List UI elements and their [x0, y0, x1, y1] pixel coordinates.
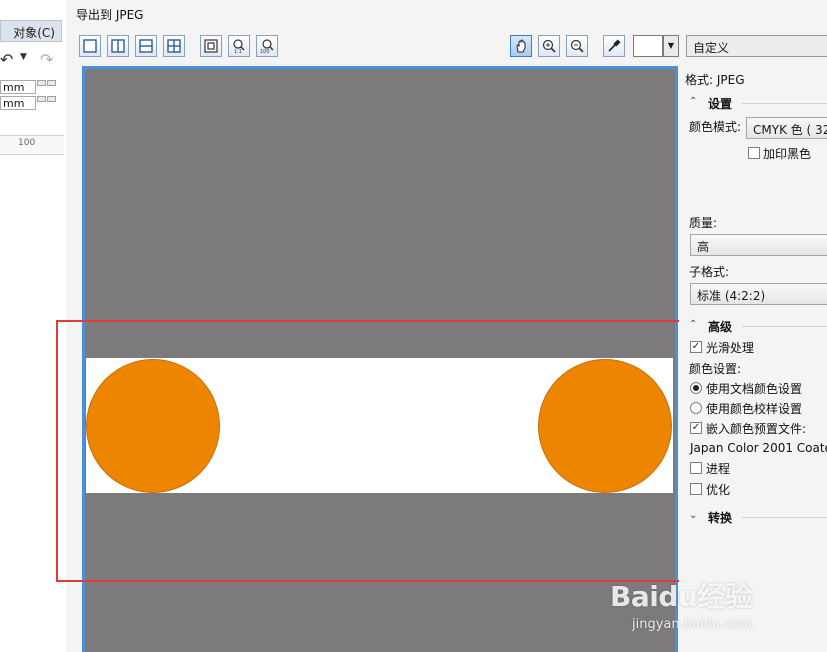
chevron-down-icon[interactable]: ▼ — [663, 35, 679, 57]
embed-profile-label: 嵌入颜色预置文件: — [706, 422, 807, 436]
use-doc-color-radio[interactable] — [690, 382, 702, 394]
subformat-select[interactable]: 标准 (4:2:2) — [690, 283, 827, 305]
redo-icon[interactable]: ↷ — [40, 50, 53, 69]
svg-text:1:1: 1:1 — [234, 49, 242, 54]
section-divider — [742, 326, 827, 327]
split-vertical-button[interactable] — [107, 35, 129, 57]
height-unit-field[interactable]: mm — [0, 96, 36, 110]
spin-down-button[interactable] — [37, 80, 46, 86]
color-mode-select[interactable]: CMYK 色 ( 32 — [746, 117, 827, 139]
split-horizontal-button[interactable] — [135, 35, 157, 57]
spin-down-button[interactable] — [37, 96, 46, 102]
zoom-100-button[interactable]: 100 — [256, 35, 278, 57]
embed-profile-checkbox[interactable]: ✓ — [690, 422, 702, 434]
watermark-logo: Baidu经验 — [610, 580, 753, 613]
eyedropper-button[interactable] — [603, 35, 625, 57]
color-profile-name: Japan Color 2001 Coated — [690, 441, 827, 455]
transform-section-header[interactable]: 转换 — [708, 509, 732, 526]
use-proof-color-label: 使用颜色校样设置 — [706, 402, 803, 416]
progressive-checkbox[interactable] — [690, 462, 702, 474]
actual-size-button[interactable]: 1:1 — [228, 35, 250, 57]
pan-tool-button[interactable] — [510, 35, 532, 57]
undo-dropdown-icon[interactable]: ▼ — [20, 52, 27, 62]
quad-view-button[interactable] — [163, 35, 185, 57]
actual-size-icon: 1:1 — [233, 39, 245, 54]
use-proof-color-radio[interactable] — [690, 402, 702, 414]
subformat-label: 子格式: — [689, 265, 730, 279]
quality-select[interactable]: 高 — [690, 234, 827, 256]
collapse-section-icon[interactable]: ⌃ — [689, 96, 697, 107]
use-doc-color-label: 使用文档颜色设置 — [706, 382, 803, 396]
expand-section-icon[interactable]: ⌄ — [689, 510, 697, 521]
progressive-label: 进程 — [706, 462, 731, 476]
section-divider — [742, 103, 827, 104]
color-settings-label: 颜色设置: — [689, 362, 742, 376]
overprint-black-checkbox[interactable] — [748, 147, 760, 159]
object-menu[interactable]: 对象(C) — [0, 20, 62, 42]
zoom-in-icon — [542, 39, 556, 53]
zoom-out-icon — [570, 39, 584, 53]
quality-label: 质量: — [689, 216, 718, 230]
section-divider — [742, 517, 827, 518]
advanced-section-header[interactable]: 高级 — [708, 318, 732, 335]
single-view-icon — [83, 39, 97, 53]
eyedropper-icon — [608, 39, 621, 52]
zoom-out-button[interactable] — [566, 35, 588, 57]
zoom-in-button[interactable] — [538, 35, 560, 57]
svg-text:100: 100 — [260, 49, 270, 54]
undo-icon[interactable]: ↶ — [0, 50, 13, 69]
preset-select[interactable]: 自定义 — [686, 35, 827, 57]
ruler-tick-label: 100 — [18, 138, 36, 148]
collapse-section-icon[interactable]: ⌃ — [689, 319, 697, 330]
overprint-black-label: 加印黑色 — [763, 147, 812, 161]
split-horizontal-icon — [139, 39, 153, 53]
smoothing-label: 光滑处理 — [706, 341, 755, 355]
format-label: 格式: JPEG — [685, 73, 745, 87]
quad-view-icon — [167, 39, 181, 53]
spin-up-button[interactable] — [47, 80, 56, 86]
zoom-100-icon: 100 — [260, 39, 274, 54]
split-vertical-icon — [111, 39, 125, 53]
fit-to-window-button[interactable] — [200, 35, 222, 57]
dialog-title: 导出到 JPEG — [76, 8, 144, 22]
spin-up-button[interactable] — [47, 96, 56, 102]
pan-hand-icon — [516, 39, 526, 53]
optimize-label: 优化 — [706, 483, 731, 497]
watermark-url: jingyan.baidu.com — [632, 617, 752, 632]
highlight-annotation-box — [56, 320, 707, 582]
fit-icon — [204, 39, 218, 53]
width-unit-field[interactable]: mm — [0, 80, 36, 94]
baidu-watermark: Baidu经验 jingyan.baidu.com — [610, 575, 820, 645]
single-view-button[interactable] — [79, 35, 101, 57]
optimize-checkbox[interactable] — [690, 483, 702, 495]
smoothing-checkbox[interactable]: ✓ — [690, 341, 702, 353]
ruler: 100 — [0, 135, 64, 155]
background-color-swatch[interactable] — [633, 35, 663, 57]
color-mode-label: 颜色模式: — [689, 120, 742, 134]
settings-section-header[interactable]: 设置 — [708, 95, 732, 112]
